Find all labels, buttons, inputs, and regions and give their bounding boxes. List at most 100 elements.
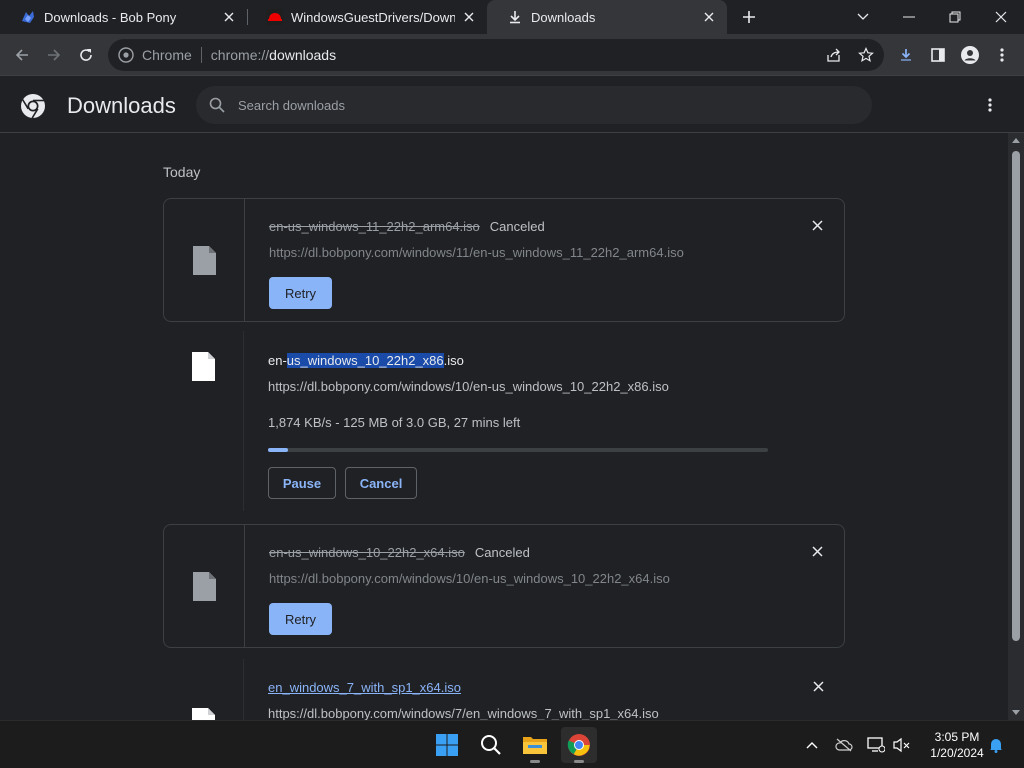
clock-time: 3:05 PM [934, 730, 980, 744]
remove-download-button[interactable] [808, 216, 826, 234]
close-icon [995, 11, 1007, 23]
chrome-icon [567, 734, 590, 756]
status-text: Canceled [489, 219, 545, 234]
tab-title: WindowsGuestDrivers/Download [291, 9, 455, 25]
running-indicator [574, 760, 584, 763]
start-button[interactable] [429, 727, 465, 763]
tab-downloads-bob-pony[interactable]: Downloads - Bob Pony [0, 0, 247, 34]
profile-button[interactable] [956, 41, 984, 69]
file-explorer-button[interactable] [517, 727, 553, 763]
new-tab-button[interactable] [737, 5, 761, 29]
windows-start-icon [436, 734, 458, 756]
network-icon [867, 737, 885, 753]
close-tab-icon[interactable] [701, 9, 717, 25]
url-scheme: chrome:// [210, 47, 270, 63]
side-panel-button[interactable] [924, 41, 952, 69]
tab-search-button[interactable] [840, 0, 886, 34]
downloads-button[interactable] [892, 41, 920, 69]
plus-icon [743, 11, 755, 23]
tab-strip: Downloads - Bob Pony WindowsGuestDrivers… [0, 0, 1024, 34]
bookmark-button[interactable] [852, 41, 880, 69]
file-icon [193, 246, 216, 275]
minimize-icon [903, 16, 915, 18]
scrollbar[interactable] [1008, 133, 1024, 720]
reload-button[interactable] [72, 41, 100, 69]
cancel-button[interactable]: Cancel [345, 467, 417, 499]
close-tab-icon[interactable] [461, 9, 477, 25]
progress-status-text: 1,874 KB/s - 125 MB of 3.0 GB, 27 mins l… [268, 415, 521, 430]
more-vertical-icon [988, 98, 992, 112]
download-item: en_windows_7_with_sp1_x64.iso https://dl… [163, 659, 845, 720]
status-text: Canceled [474, 545, 530, 560]
file-name-row: en-us_windows_11_22h2_arm64.iso Canceled [269, 219, 545, 234]
remove-download-button[interactable] [808, 542, 826, 560]
close-icon [811, 219, 823, 231]
network-tray-button[interactable] [866, 735, 886, 755]
file-icon-column [164, 199, 245, 321]
close-icon [812, 680, 824, 692]
pause-button[interactable]: Pause [268, 467, 336, 499]
volume-tray-button[interactable] [892, 735, 912, 755]
arrow-right-icon [48, 49, 61, 61]
file-icon [192, 352, 215, 381]
remove-download-button[interactable] [809, 677, 827, 695]
clock-date: 1/20/2024 [930, 746, 984, 760]
restore-button[interactable] [932, 0, 978, 34]
redhat-favicon-icon [267, 9, 283, 25]
file-name-link[interactable]: en_windows_7_with_sp1_x64.iso [268, 680, 461, 695]
retry-button[interactable]: Retry [269, 603, 333, 635]
page-title: Downloads [67, 93, 176, 118]
running-indicator [530, 760, 540, 763]
file-name: en-us_windows_10_22h2_x64.iso [269, 545, 465, 560]
onedrive-tray-button[interactable] [834, 735, 854, 755]
minimize-button[interactable] [886, 0, 932, 34]
forward-button[interactable] [40, 41, 68, 69]
retry-button[interactable]: Retry [269, 277, 333, 309]
close-tab-icon[interactable] [221, 9, 237, 25]
downloads-header: Downloads [0, 77, 1024, 133]
notifications-button[interactable] [986, 735, 1006, 755]
back-button[interactable] [8, 41, 36, 69]
browser-menu-button[interactable] [988, 41, 1016, 69]
omnibox-divider [200, 47, 202, 63]
tab-downloads-active[interactable]: Downloads [487, 0, 727, 34]
download-progress-bar [268, 448, 768, 452]
show-hidden-icons-button[interactable] [802, 735, 822, 755]
tab-windows-guest-drivers[interactable]: WindowsGuestDrivers/Download [247, 0, 487, 34]
chrome-taskbar-button[interactable] [561, 727, 597, 763]
file-url: https://dl.bobpony.com/windows/10/en-us_… [268, 379, 669, 394]
site-chip: Chrome [142, 47, 192, 63]
share-button[interactable] [820, 41, 848, 69]
search-downloads-box[interactable] [196, 86, 872, 124]
share-icon [827, 48, 840, 62]
chevron-down-icon [857, 13, 869, 20]
file-icon-column [164, 525, 245, 647]
downloads-menu-button[interactable] [978, 93, 1002, 117]
date-group-label: Today [163, 164, 201, 180]
file-name-row: en-us_windows_10_22h2_x64.iso Canceled [269, 545, 530, 560]
file-url: https://dl.bobpony.com/windows/10/en-us_… [269, 571, 670, 586]
close-window-button[interactable] [978, 0, 1024, 34]
more-vertical-icon [1000, 48, 1004, 62]
file-url: https://dl.bobpony.com/windows/7/en_wind… [268, 706, 659, 720]
scrollbar-thumb[interactable] [1012, 151, 1020, 641]
file-name-suffix: .iso [443, 353, 464, 368]
scroll-up-arrow-icon[interactable] [1012, 137, 1020, 145]
download-icon [901, 49, 911, 61]
tab-title: Downloads - Bob Pony [44, 9, 177, 25]
file-url: https://dl.bobpony.com/windows/11/en-us_… [269, 245, 684, 260]
address-bar[interactable]: Chrome chrome://downloads [108, 39, 884, 71]
taskbar-search-button[interactable] [473, 727, 509, 763]
reload-icon [80, 49, 92, 61]
bell-icon [990, 739, 1002, 753]
search-input[interactable] [238, 97, 838, 113]
file-name-row: en-us_windows_10_22h2_x86.iso [268, 353, 464, 368]
download-favicon-icon [510, 11, 520, 24]
progress-fill [268, 448, 288, 452]
speaker-muted-icon [893, 737, 910, 753]
system-clock[interactable]: 3:05 PM 1/20/2024 [918, 729, 996, 761]
scroll-down-arrow-icon[interactable] [1012, 708, 1020, 716]
restore-icon [949, 11, 961, 23]
file-icon [192, 708, 215, 720]
downloads-list: Today en-us_windows_11_22h2_arm64.iso Can… [0, 133, 1008, 720]
